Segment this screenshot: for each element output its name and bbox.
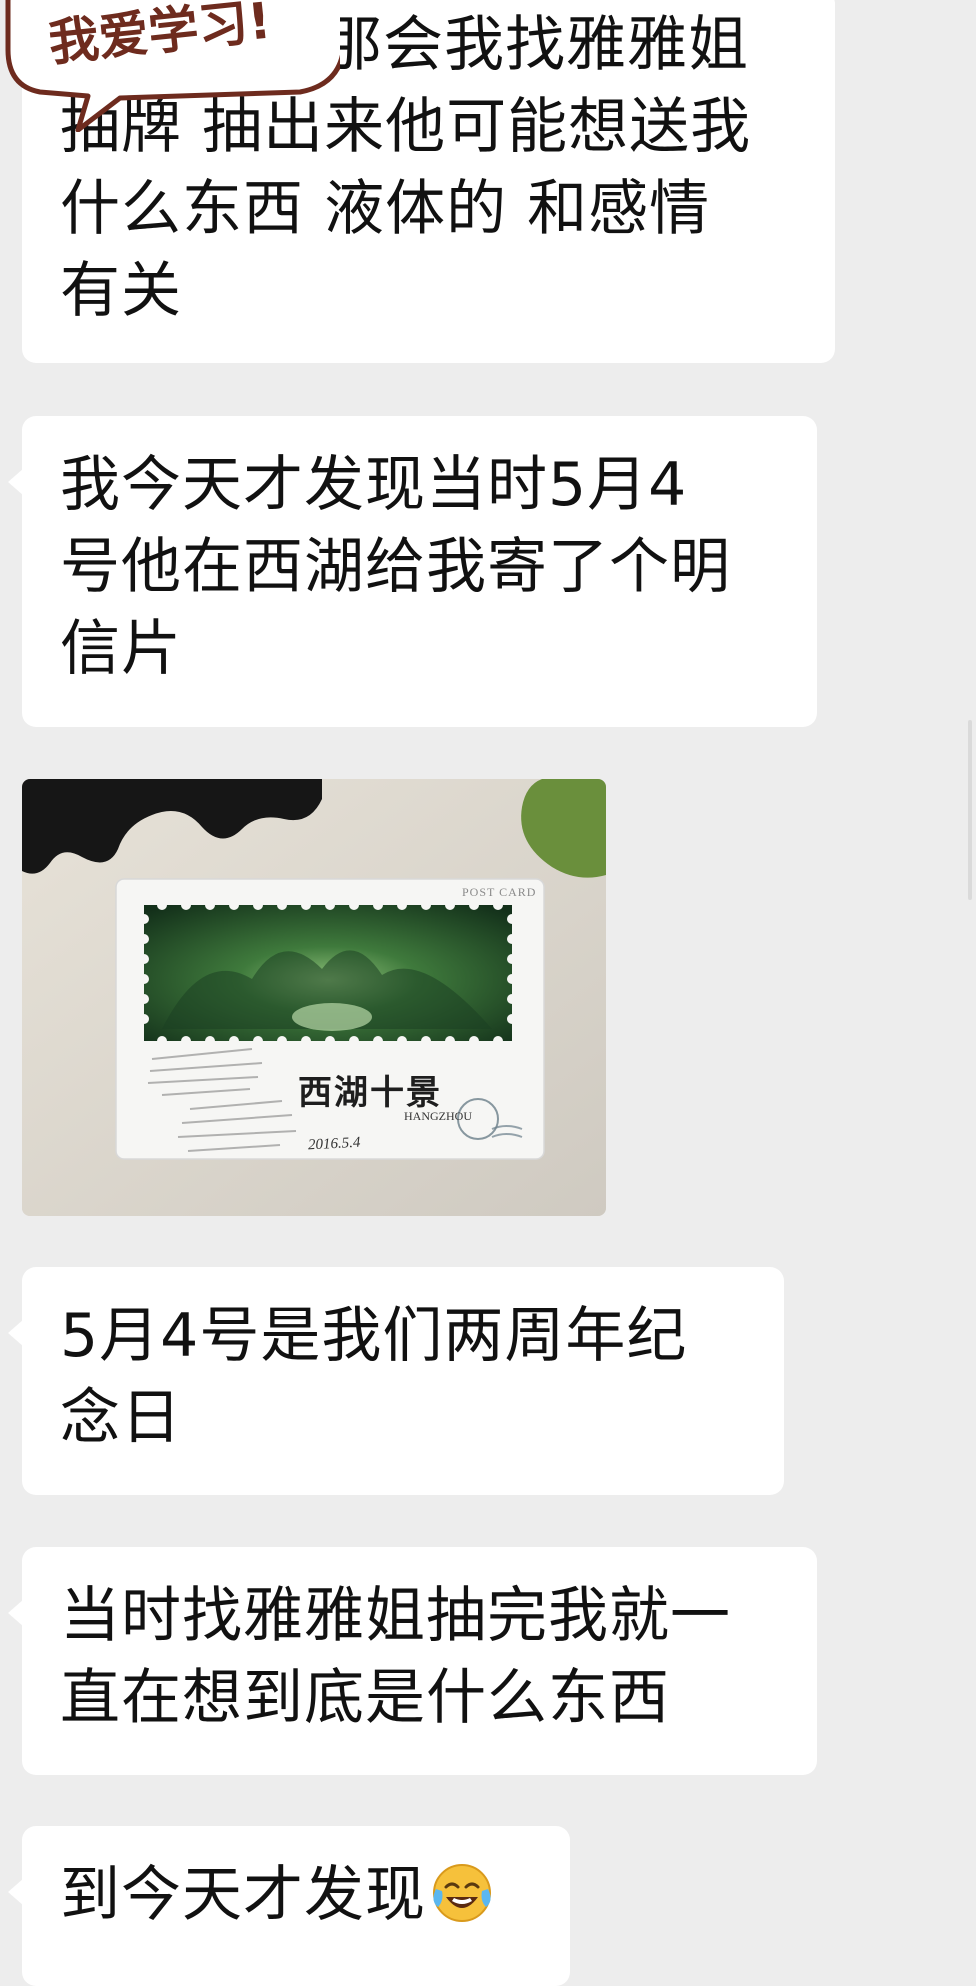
message-6-line-1: 到今天才发现	[60, 1854, 532, 1936]
bubble-tail	[8, 1878, 24, 1906]
message-1-line-4: 有关	[60, 256, 182, 326]
message-4-line-2: 念日	[60, 1383, 182, 1453]
message-2-line-3: 信片	[60, 614, 182, 684]
message-bubble-4[interactable]: 5月4号是我们两周年纪 念日	[8, 1267, 784, 1495]
scrollbar[interactable]	[968, 720, 972, 900]
chat-area[interactable]: 那会我找雅雅姐 抽牌 抽出来他可能想送我 什么东西 液体的 和感情 有关 我爱学…	[0, 0, 976, 1986]
message-bubble-6[interactable]: 到今天才发现	[8, 1826, 570, 1986]
message-6-text: 到今天才发现	[60, 1860, 426, 1930]
postcard-date-text: 2016.5.4	[307, 1134, 361, 1154]
message-2-line-1: 我今天才发现当时5月4	[60, 450, 688, 520]
postcard-city-text: HANGZHOU	[404, 1109, 472, 1123]
postcard-header-text: POST CARD	[462, 885, 537, 899]
message-bubble-5[interactable]: 当时找雅雅姐抽完我就一 直在想到底是什么东西	[8, 1547, 817, 1775]
message-1-line-3: 什么东西 液体的 和感情	[60, 174, 711, 244]
bubble-tail	[8, 468, 24, 496]
message-5-line-2: 直在想到底是什么东西	[60, 1663, 670, 1733]
image-message-postcard[interactable]: POST CARD 西湖十景 HANGZHOU 2016.5.4	[22, 779, 606, 1216]
message-2-line-2: 号他在西湖给我寄了个明	[60, 532, 731, 602]
laughing-tears-emoji-icon	[433, 1864, 491, 1922]
bubble-tail	[8, 1599, 24, 1627]
sticker-overlay: 我爱学习!	[0, 0, 347, 133]
message-4-line-1: 5月4号是我们两周年纪	[60, 1301, 688, 1371]
postcard-title-text: 西湖十景	[298, 1073, 442, 1113]
message-5-line-1: 当时找雅雅姐抽完我就一	[60, 1581, 731, 1651]
bubble-tail	[8, 1319, 24, 1347]
message-bubble-2[interactable]: 我今天才发现当时5月4 号他在西湖给我寄了个明 信片	[8, 416, 817, 727]
